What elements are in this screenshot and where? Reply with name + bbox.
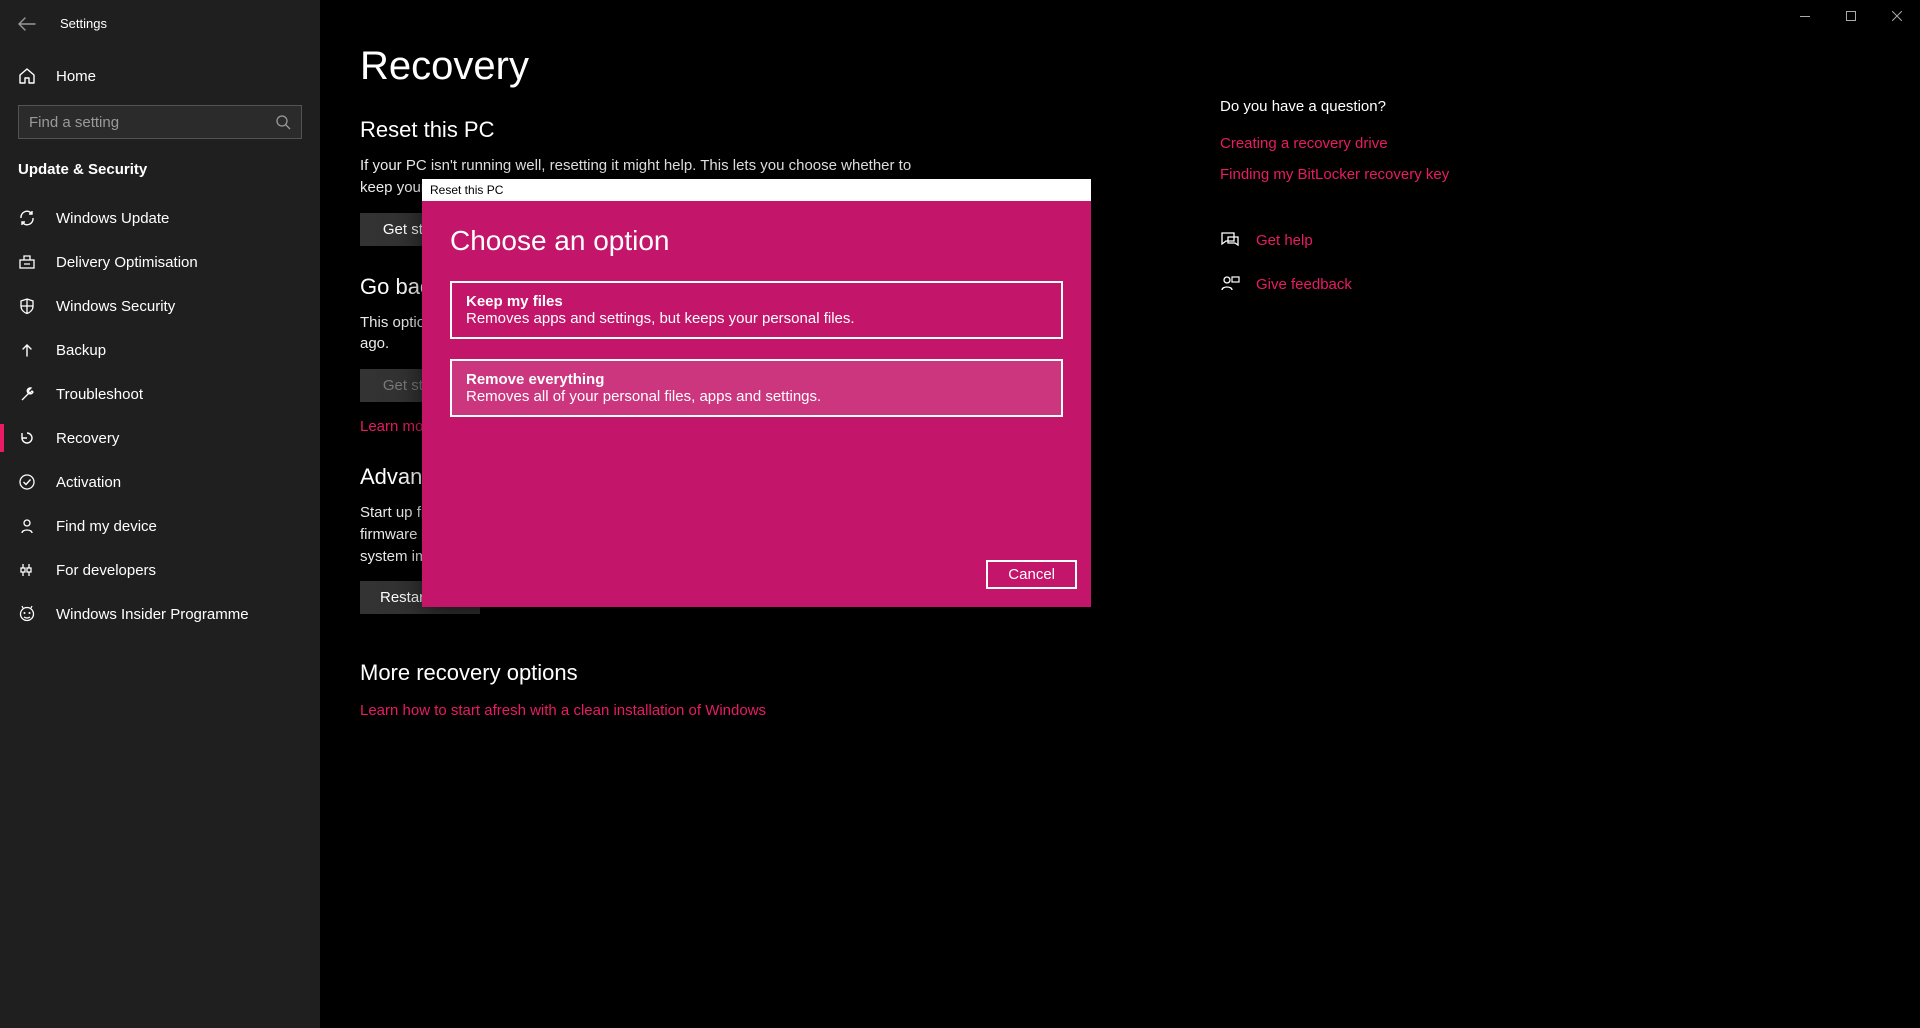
option-title: Remove everything (466, 371, 1047, 388)
wrench-icon (18, 385, 38, 403)
insider-icon (18, 605, 38, 623)
get-help-action[interactable]: Get help (1220, 231, 1600, 249)
sidebar-item-activation[interactable]: Activation (0, 460, 320, 504)
dialog-heading: Choose an option (450, 225, 1063, 257)
home-label: Home (56, 68, 96, 85)
sidebar-item-backup[interactable]: Backup (0, 328, 320, 372)
sidebar-item-label: Windows Insider Programme (56, 606, 249, 623)
dialog-titlebar: Reset this PC (422, 179, 1091, 201)
search-input[interactable] (29, 114, 276, 131)
sidebar-item-label: Find my device (56, 518, 157, 535)
home-item[interactable]: Home (0, 55, 320, 97)
window-controls (1782, 0, 1920, 32)
reset-pc-dialog: Reset this PC Choose an option Keep my f… (422, 179, 1091, 607)
sidebar: Settings Home Update & Security Windows … (0, 0, 320, 1028)
page-title: Recovery (360, 44, 1220, 89)
give-feedback-action[interactable]: Give feedback (1220, 275, 1600, 293)
sidebar-item-windows-update[interactable]: Windows Update (0, 196, 320, 240)
sidebar-item-windows-security[interactable]: Windows Security (0, 284, 320, 328)
chat-icon (1220, 231, 1240, 249)
option-sub: Removes apps and settings, but keeps you… (466, 310, 1047, 327)
sidebar-item-find-my-device[interactable]: Find my device (0, 504, 320, 548)
give-feedback-label: Give feedback (1256, 276, 1352, 293)
check-circle-icon (18, 473, 38, 491)
delivery-icon (18, 253, 38, 271)
reset-heading: Reset this PC (360, 117, 1220, 143)
sidebar-item-label: Recovery (56, 430, 119, 447)
sidebar-item-label: Windows Security (56, 298, 175, 315)
cancel-button[interactable]: Cancel (986, 560, 1077, 589)
sync-icon (18, 209, 38, 227)
backup-icon (18, 341, 38, 359)
remove-everything-option[interactable]: Remove everything Removes all of your pe… (450, 359, 1063, 417)
sidebar-item-label: Backup (56, 342, 106, 359)
search-icon (276, 115, 291, 130)
bitlocker-key-link[interactable]: Finding my BitLocker recovery key (1220, 166, 1600, 183)
keep-my-files-option[interactable]: Keep my files Removes apps and settings,… (450, 281, 1063, 339)
developers-icon (18, 561, 38, 579)
close-button[interactable] (1874, 0, 1920, 32)
recovery-drive-link[interactable]: Creating a recovery drive (1220, 135, 1600, 152)
feedback-icon (1220, 275, 1240, 293)
sidebar-item-for-developers[interactable]: For developers (0, 548, 320, 592)
back-arrow-icon[interactable] (18, 17, 40, 31)
more-heading: More recovery options (360, 660, 1220, 686)
window-title: Settings (60, 16, 107, 31)
maximize-button[interactable] (1828, 0, 1874, 32)
sidebar-item-label: Delivery Optimisation (56, 254, 198, 271)
minimize-button[interactable] (1782, 0, 1828, 32)
search-box[interactable] (18, 105, 302, 139)
shield-icon (18, 297, 38, 315)
question-heading: Do you have a question? (1220, 98, 1600, 115)
recovery-icon (18, 429, 38, 447)
sidebar-item-label: Windows Update (56, 210, 169, 227)
sidebar-item-troubleshoot[interactable]: Troubleshoot (0, 372, 320, 416)
option-sub: Removes all of your personal files, apps… (466, 388, 1047, 405)
sidebar-item-delivery-optimisation[interactable]: Delivery Optimisation (0, 240, 320, 284)
sidebar-item-insider-programme[interactable]: Windows Insider Programme (0, 592, 320, 636)
sidebar-item-label: For developers (56, 562, 156, 579)
get-help-label: Get help (1256, 232, 1313, 249)
sidebar-item-label: Activation (56, 474, 121, 491)
sidebar-item-recovery[interactable]: Recovery (0, 416, 320, 460)
sidebar-item-label: Troubleshoot (56, 386, 143, 403)
find-device-icon (18, 517, 38, 535)
category-label: Update & Security (0, 157, 320, 196)
home-icon (18, 67, 38, 85)
option-title: Keep my files (466, 293, 1047, 310)
clean-install-link[interactable]: Learn how to start afresh with a clean i… (360, 702, 766, 719)
